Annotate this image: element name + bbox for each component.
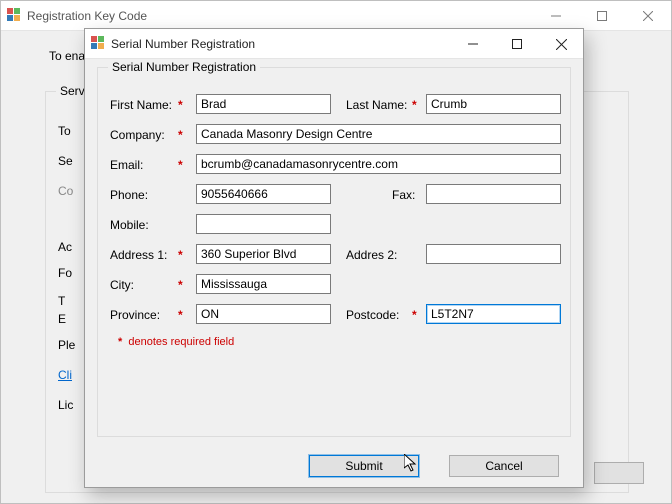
bg-line-fo: Fo bbox=[58, 266, 72, 280]
close-button[interactable] bbox=[539, 29, 583, 59]
app-icon bbox=[7, 8, 23, 24]
company-field[interactable] bbox=[196, 124, 561, 144]
city-label: City: bbox=[110, 274, 134, 296]
outer-maximize-button[interactable] bbox=[579, 1, 625, 31]
submit-button[interactable]: Submit bbox=[309, 455, 419, 477]
background-window-title: Registration Key Code bbox=[27, 9, 147, 23]
outer-minimize-button[interactable] bbox=[533, 1, 579, 31]
first-name-label: First Name: bbox=[110, 94, 172, 116]
fax-field[interactable] bbox=[426, 184, 561, 204]
first-name-required: * bbox=[178, 94, 183, 116]
submit-button-label: Submit bbox=[345, 459, 382, 473]
mobile-field[interactable] bbox=[196, 214, 331, 234]
email-required: * bbox=[178, 154, 183, 176]
email-field[interactable] bbox=[196, 154, 561, 174]
dialog-title: Serial Number Registration bbox=[111, 37, 255, 51]
required-note-star: * bbox=[118, 336, 122, 348]
form-groupbox: Serial Number Registration First Name: *… bbox=[97, 67, 571, 437]
first-name-field[interactable] bbox=[196, 94, 331, 114]
button-bar: Submit Cancel bbox=[85, 455, 583, 479]
email-label: Email: bbox=[110, 154, 143, 176]
dialog-titlebar[interactable]: Serial Number Registration bbox=[85, 29, 583, 59]
bg-line-co: Co bbox=[58, 184, 73, 198]
address2-field[interactable] bbox=[426, 244, 561, 264]
address1-label: Address 1: bbox=[110, 244, 167, 266]
mobile-label: Mobile: bbox=[110, 214, 149, 236]
cancel-button[interactable]: Cancel bbox=[449, 455, 559, 477]
postcode-field[interactable] bbox=[426, 304, 561, 324]
address1-field[interactable] bbox=[196, 244, 331, 264]
company-required: * bbox=[178, 124, 183, 146]
province-field[interactable] bbox=[196, 304, 331, 324]
background-titlebar: Registration Key Code bbox=[1, 1, 671, 31]
address2-label: Addres 2: bbox=[346, 244, 397, 266]
form-group-title: Serial Number Registration bbox=[108, 60, 260, 74]
bg-line-e: E bbox=[58, 312, 66, 326]
bg-line-se: Se bbox=[58, 154, 73, 168]
address1-required: * bbox=[178, 244, 183, 266]
city-required: * bbox=[178, 274, 183, 296]
bg-line-ple: Ple bbox=[58, 338, 75, 352]
bg-line-to: To bbox=[58, 124, 71, 138]
bg-line-ac: Ac bbox=[58, 240, 72, 254]
last-name-label: Last Name: bbox=[346, 94, 407, 116]
phone-label: Phone: bbox=[110, 184, 148, 206]
bg-line-t: T bbox=[58, 294, 65, 308]
minimize-button[interactable] bbox=[451, 29, 495, 59]
last-name-required: * bbox=[412, 94, 417, 116]
last-name-field[interactable] bbox=[426, 94, 561, 114]
fax-label: Fax: bbox=[392, 184, 415, 206]
bg-line-cli[interactable]: Cli bbox=[58, 368, 72, 382]
required-note: * denotes required field bbox=[118, 336, 234, 348]
postcode-label: Postcode: bbox=[346, 304, 399, 326]
dialog-client: Serial Number Registration First Name: *… bbox=[85, 59, 583, 487]
app-icon bbox=[91, 36, 107, 52]
cancel-button-label: Cancel bbox=[485, 459, 522, 473]
province-required: * bbox=[178, 304, 183, 326]
outer-close-button[interactable] bbox=[625, 1, 671, 31]
province-label: Province: bbox=[110, 304, 160, 326]
postcode-required: * bbox=[412, 304, 417, 326]
required-note-text: denotes required field bbox=[128, 336, 234, 348]
company-label: Company: bbox=[110, 124, 165, 146]
city-field[interactable] bbox=[196, 274, 331, 294]
bg-truncated-button[interactable] bbox=[594, 462, 644, 484]
serial-registration-dialog: Serial Number Registration Serial Number… bbox=[84, 28, 584, 488]
form-area: First Name: * Last Name: * Company: * Em… bbox=[110, 86, 558, 426]
bg-line-lic: Lic bbox=[58, 398, 73, 412]
maximize-button[interactable] bbox=[495, 29, 539, 59]
phone-field[interactable] bbox=[196, 184, 331, 204]
